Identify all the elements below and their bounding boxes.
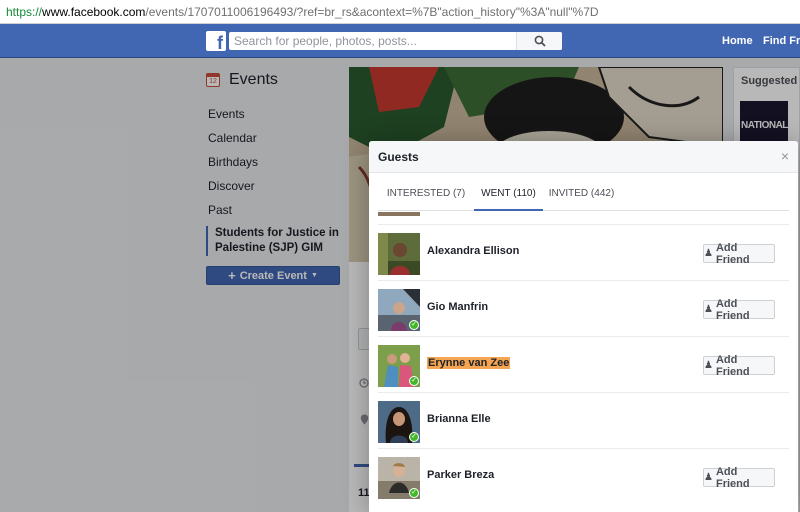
guest-tabs: INTERESTED (7) WENT (110) INVITED (442) <box>378 181 789 211</box>
add-friend-label: Add Friend <box>715 297 750 322</box>
add-friend-label: Add Friend <box>715 353 750 378</box>
facebook-header: f Home Find Frie <box>0 24 800 58</box>
events-header[interactable]: 12 Events <box>206 70 346 90</box>
sidebar-item-past[interactable]: Past <box>206 198 346 222</box>
calendar-icon: 12 <box>206 73 220 87</box>
caret-down-icon: ▼ <box>310 272 318 279</box>
sidebar-item-calendar[interactable]: Calendar <box>206 126 346 150</box>
sidebar-item-events[interactable]: Events <box>206 102 346 126</box>
tab-invited[interactable]: INVITED (442) <box>543 181 620 211</box>
search-box <box>229 32 562 50</box>
url-path: /events/1707011006196493/?ref=br_rs&acon… <box>145 4 599 19</box>
add-friend-icon: ♟ <box>704 472 713 483</box>
avatar[interactable]: ✓ <box>378 401 420 443</box>
avatar[interactable]: ✓ <box>378 289 420 331</box>
add-friend-button[interactable]: ♟ Add Friend <box>703 241 775 266</box>
url-scheme: https:// <box>6 4 43 19</box>
events-sidebar: 12 Events Events Calendar Birthdays Disc… <box>206 70 346 256</box>
search-input[interactable] <box>229 32 516 50</box>
clock-icon <box>359 378 369 388</box>
guest-name[interactable]: Brianna Elle <box>427 413 491 425</box>
list-item[interactable]: ✓ Brianna Elle <box>378 392 789 448</box>
details-tab-indicator <box>354 464 370 467</box>
avatar[interactable]: ✓ <box>378 345 420 387</box>
add-friend-label: Add Friend <box>715 241 750 266</box>
avatar[interactable] <box>378 233 420 275</box>
sidebar-item-birthdays[interactable]: Birthdays <box>206 150 346 174</box>
avatar[interactable]: ✓ <box>378 457 420 499</box>
guest-name[interactable]: Alexandra Ellison <box>427 245 519 257</box>
facebook-logo[interactable]: f <box>206 31 226 51</box>
url-bar[interactable]: https://www.facebook.com/events/17070110… <box>0 0 800 24</box>
sidebar-item-discover[interactable]: Discover <box>206 174 346 198</box>
guest-list: Alexandra Ellison ♟ Add Friend ✓ Gio Man… <box>378 212 789 512</box>
search-icon <box>534 35 546 47</box>
tab-went[interactable]: WENT (110) <box>474 181 543 211</box>
location-pin-icon <box>360 414 369 425</box>
guests-dialog: Guests × INTERESTED (7) WENT (110) INVIT… <box>369 141 798 512</box>
add-friend-button[interactable]: ♟ Add Friend <box>703 465 775 490</box>
guest-name[interactable]: Parker Breza <box>427 469 494 481</box>
event-count-fragment: 11 <box>358 487 370 499</box>
add-friend-button[interactable]: ♟ Add Friend <box>703 297 775 322</box>
nav-find-friends[interactable]: Find Frie <box>763 35 800 47</box>
search-button[interactable] <box>516 32 562 50</box>
add-friend-icon: ♟ <box>704 360 713 371</box>
avatar-partial <box>378 212 420 216</box>
add-friend-button[interactable]: ♟ Add Friend <box>703 353 775 378</box>
plus-icon: + <box>228 268 236 283</box>
create-event-button[interactable]: + Create Event ▼ <box>206 266 340 285</box>
list-item[interactable]: ✓ Erynne van Zee ♟ Add Friend <box>378 336 789 392</box>
url-host: www.facebook.com <box>42 4 146 19</box>
checkmark-icon: ✓ <box>409 432 419 442</box>
list-item[interactable]: ✓ Gio Manfrin ♟ Add Friend <box>378 280 789 336</box>
dialog-header: Guests × <box>369 141 798 173</box>
guest-name[interactable]: Gio Manfrin <box>427 301 488 313</box>
events-title: Events <box>229 71 278 88</box>
checkmark-icon: ✓ <box>409 320 419 330</box>
add-friend-icon: ♟ <box>704 248 713 259</box>
add-friend-label: Add Friend <box>715 465 750 490</box>
promo-text: NATIONAL <box>741 120 788 131</box>
list-item[interactable]: ✓ Parker Breza ♟ Add Friend <box>378 448 789 504</box>
checkmark-icon: ✓ <box>409 488 419 498</box>
avatar-photo <box>378 233 420 275</box>
guest-name-highlighted[interactable]: Erynne van Zee <box>427 357 511 369</box>
sidebar-item-selected-event[interactable]: Students for Justice in Palestine (SJP) … <box>206 226 346 256</box>
add-friend-icon: ♟ <box>704 304 713 315</box>
list-item[interactable]: Alexandra Ellison ♟ Add Friend <box>378 224 789 280</box>
dialog-title: Guests <box>378 150 419 164</box>
tab-interested[interactable]: INTERESTED (7) <box>378 181 474 211</box>
close-icon[interactable]: × <box>781 149 789 163</box>
checkmark-icon: ✓ <box>409 376 419 386</box>
suggested-events-title: Suggested Ev <box>741 75 800 87</box>
create-event-label: Create Event <box>239 269 307 282</box>
nav-home[interactable]: Home <box>722 35 753 47</box>
